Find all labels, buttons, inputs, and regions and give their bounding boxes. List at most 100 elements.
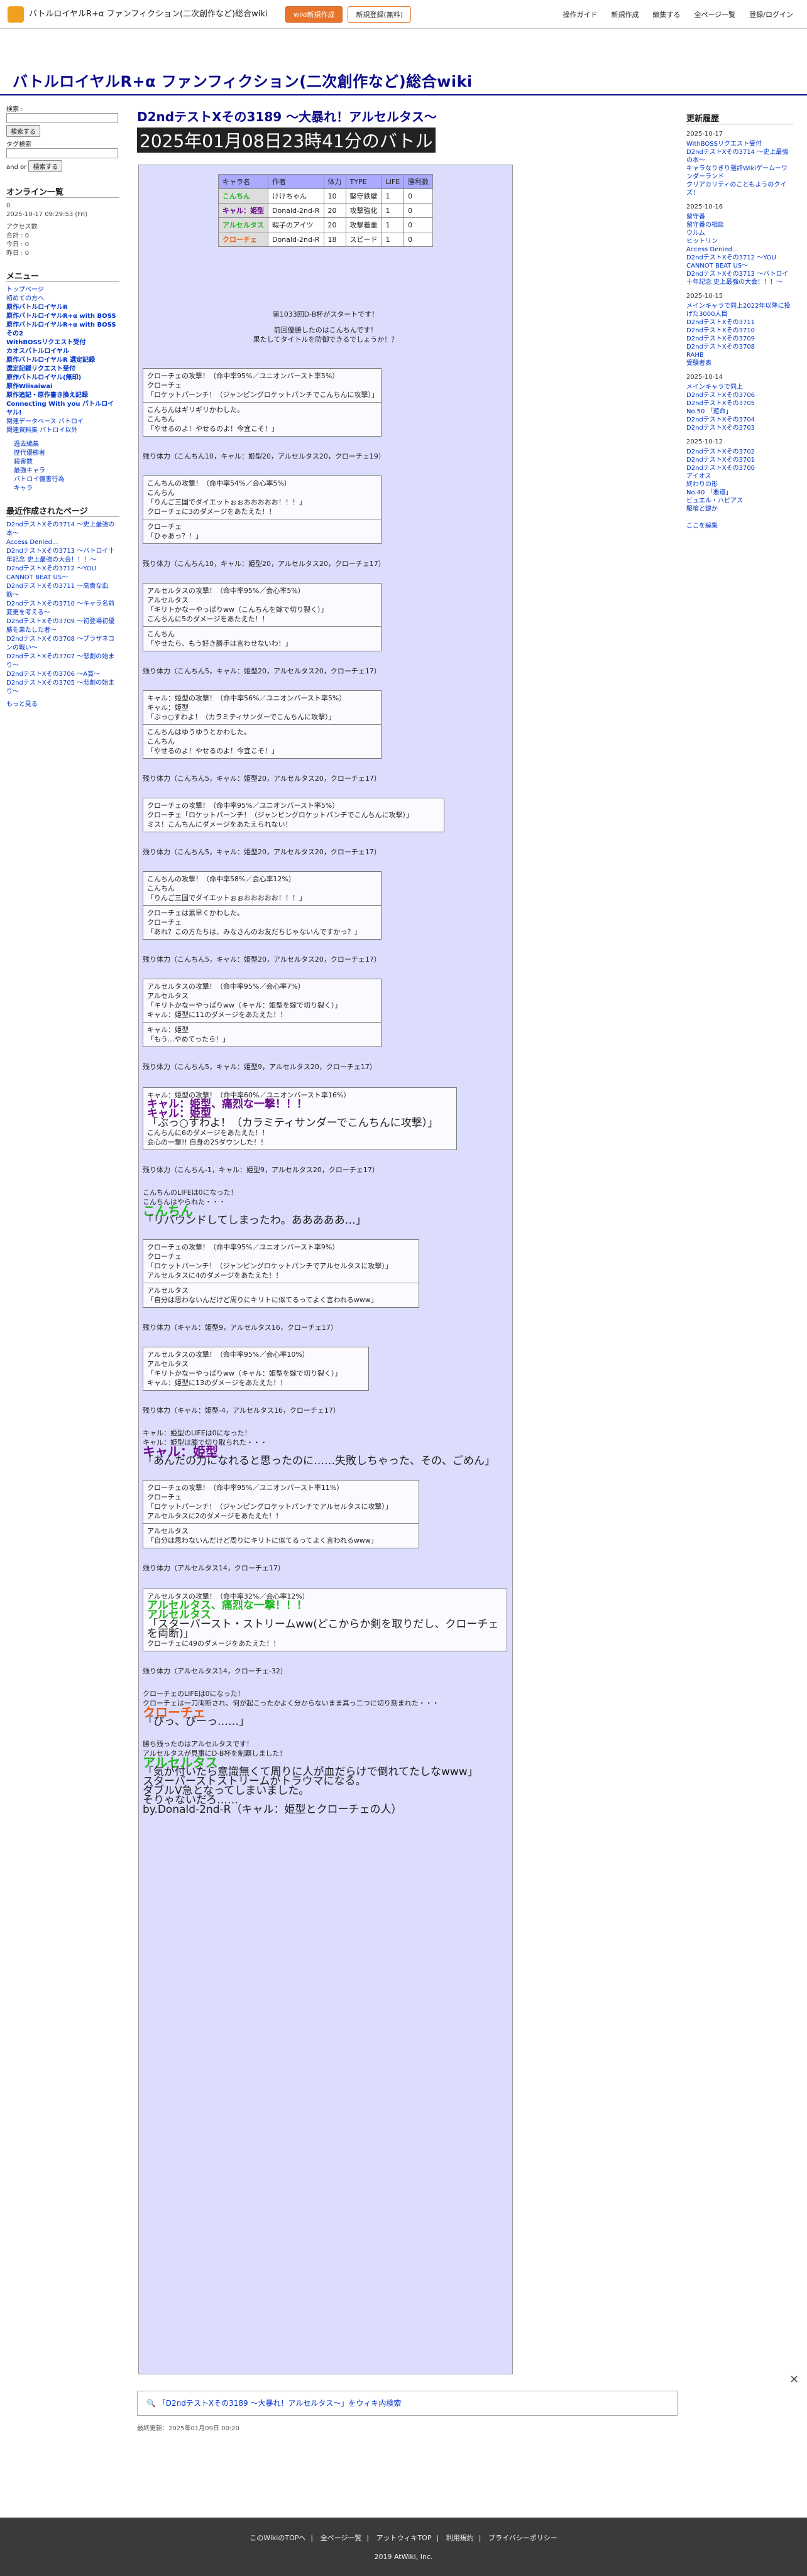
menu-all-pages[interactable]: 全ページ一覧 <box>694 9 736 19</box>
more-link[interactable]: もっと見る <box>6 700 119 709</box>
recent-page-link[interactable]: D2ndテストXその3713 〜バトロイ十年記念 史上最強の大会！！！〜 <box>6 547 119 565</box>
topbar-site-name[interactable]: バトルロイヤルR+α ファンフィクション(二次創作など)総合wiki <box>29 9 280 19</box>
update-link[interactable]: ヒットリン <box>686 237 793 246</box>
edit-here-link[interactable]: ここを編集 <box>686 522 793 530</box>
attack-block: こんちんの攻撃！（命中率54%／会心率5%） こんちん 「りんご三国でダイエットぉぉ… <box>143 476 381 519</box>
tag-search-button[interactable]: 検索する <box>28 160 63 172</box>
update-link[interactable]: メインキャラで同上 <box>686 383 793 391</box>
and-radio-label[interactable]: and <box>6 164 18 171</box>
menu-guide[interactable]: 操作ガイド <box>563 9 598 19</box>
menu-item[interactable]: カオスバトルロイヤル <box>6 347 119 356</box>
recent-page-link[interactable]: D2ndテストXその3708 〜ブラザネコンの戦い〜 <box>6 635 119 653</box>
update-link[interactable]: 留守番の相談 <box>686 221 793 229</box>
menu-item[interactable]: WithBOSSリクエスト受付 <box>6 339 119 347</box>
remaining-hp: 残り体力（こんちん5，キャル：姫型20，アルセルタス20，クローチェ17） <box>143 848 381 856</box>
page-title[interactable]: バトルロイヤルR+α ファンフィクション(二次創作など)総合wiki <box>13 69 473 91</box>
menu-item[interactable]: 関連資料集 バトロイ以外 <box>6 427 119 435</box>
update-link[interactable]: キャラなりきり選評Wikiゲームーワンダーランド <box>686 165 793 181</box>
menu-item[interactable]: 関連データベース バトロイ <box>6 418 119 427</box>
submenu-item[interactable]: 殺害数 <box>6 458 119 467</box>
menu-item[interactable]: 選定記録リクエスト受付 <box>6 365 119 374</box>
menu-item[interactable]: 原作バトルロイヤルR 選定記録 <box>6 356 119 365</box>
battle-date: 2025年01月08日23時41分のバトル <box>137 128 436 153</box>
recent-page-link[interactable]: D2ndテストXその3709 〜初登場初優勝を果たした者〜 <box>6 617 119 635</box>
update-link[interactable]: D2ndテストXその3712 〜YOU CANNOT BEAT US〜 <box>686 254 793 270</box>
or-radio-label[interactable]: or <box>20 164 26 171</box>
submenu-item[interactable]: 歴代優勝者 <box>6 449 119 458</box>
right-sidebar: 更新履歴 2025-10-17 WithBOSSリクエスト受付 D2ndテストXその… <box>686 112 793 530</box>
update-link[interactable]: 留守番 <box>686 213 793 221</box>
menu-item[interactable]: トップページ <box>6 286 119 295</box>
site-logo[interactable] <box>8 6 24 23</box>
update-link[interactable]: 駆喰と鍵か <box>686 505 793 513</box>
menu-item[interactable]: 原作Wiisaiwai <box>6 383 119 391</box>
submenu-item[interactable]: 最強キャラ <box>6 467 119 476</box>
update-link[interactable]: D2ndテストXその3704 <box>686 416 793 424</box>
menu-login[interactable]: 登録/ログイン <box>749 9 793 19</box>
search-input[interactable] <box>6 113 118 123</box>
update-link[interactable]: No.50 「遊命」 <box>686 408 793 416</box>
update-link[interactable]: D2ndテストXその3706 <box>686 391 793 399</box>
remaining-hp: 残り体力（こんちん5，キャル：姫型20，アルセルタス20，クローチェ17） <box>143 667 381 675</box>
close-icon[interactable]: ✕ <box>789 2373 799 2386</box>
menu-item[interactable]: 原作バトルロイヤルR+α with BOSSその2 <box>6 321 119 339</box>
recent-page-link[interactable]: D2ndテストXその3706 〜A賞〜 <box>6 670 119 679</box>
menu-item[interactable]: 原作追記・原作書き換え記録 <box>6 391 119 400</box>
wiki-search-text[interactable]: 「D2ndテストXその3189 〜大暴れ！アルセルタス〜」をウィキ内検索 <box>158 2399 402 2408</box>
access-yesterday: 昨日 : 0 <box>6 250 30 257</box>
update-link[interactable]: D2ndテストXその3703 <box>686 424 793 432</box>
footer-privacy-link[interactable]: プライバシーポリシー <box>483 2534 563 2542</box>
update-link[interactable]: D2ndテストXその3710 <box>686 327 793 335</box>
update-link[interactable]: WithBOSSリクエスト受付 <box>686 140 793 148</box>
menu-edit[interactable]: 編集する <box>653 9 681 19</box>
submenu-item[interactable]: 過去編集 <box>6 440 119 449</box>
intro-line-3: 果たしてタイトルを防御できるでしょうか！？ <box>253 335 398 344</box>
update-link[interactable]: D2ndテストXその3713 〜バトロイ十年記念 史上最強の大会！！！〜 <box>686 270 793 286</box>
recent-page-link[interactable]: D2ndテストXその3707 〜悲劇の始まり〜 <box>6 653 119 670</box>
recent-page-link[interactable]: Access Denied... <box>6 538 119 547</box>
update-link[interactable]: D2ndテストXその3702 <box>686 448 793 456</box>
update-link[interactable]: D2ndテストXその3700 <box>686 464 793 472</box>
footer-top-link[interactable]: このWikiのTOPへ <box>244 2534 310 2542</box>
update-link[interactable]: D2ndテストXその3701 <box>686 456 793 464</box>
submenu-item[interactable]: バトロイ傷害行為 <box>6 476 119 484</box>
menu-item[interactable]: 初めての方へ <box>6 295 119 303</box>
menu-item[interactable]: 原作バトルロイヤルR+α with BOSS <box>6 312 119 321</box>
update-link[interactable]: D2ndテストXその3708 <box>686 343 793 351</box>
update-link[interactable]: D2ndテストXその3714 〜史上最強の本〜 <box>686 148 793 165</box>
recent-page-link[interactable]: D2ndテストXその3712 〜YOU CANNOT BEAT US〜 <box>6 565 119 582</box>
register-button[interactable]: 新規登録(無料) <box>348 6 412 23</box>
remaining-hp: 残り体力（こんちん5，キャル：姫型20，アルセルタス20，クローチェ17） <box>143 955 381 964</box>
recent-page-link[interactable]: D2ndテストXその3705 〜悲劇の始まり〜 <box>6 679 119 697</box>
recent-page-link[interactable]: D2ndテストXその3711 〜高貴な血筋〜 <box>6 582 119 600</box>
search-button[interactable]: 検索する <box>6 125 40 137</box>
update-link[interactable]: クリアカリティのこともようのクイズ！ <box>686 181 793 197</box>
update-link[interactable]: RAHB <box>686 351 793 359</box>
recent-page-link[interactable]: D2ndテストXその3714 〜史上最強の本〜 <box>6 521 119 538</box>
create-wiki-button[interactable]: wiki新規作成 <box>285 6 343 23</box>
update-link[interactable]: 受験者表 <box>686 359 793 367</box>
footer-all-pages-link[interactable]: 全ページ一覧 <box>316 2534 367 2542</box>
footer-atwiki-link[interactable]: アットウィキTOP <box>371 2534 437 2542</box>
menu-item[interactable]: 原作バトルロイヤルR <box>6 303 119 312</box>
update-link[interactable]: 終わりの形 <box>686 481 793 489</box>
update-link[interactable]: ウルム <box>686 229 793 237</box>
submenu-item[interactable]: キャラ <box>6 484 119 493</box>
footer-copyright: 2019 AtWiki, Inc. <box>374 2553 433 2561</box>
update-link[interactable]: No.40 「悪道」 <box>686 489 793 497</box>
critical-attack-box: アルセルタスの攻撃！（命中率32%／会心率12%） アルセルタス、痛烈な一撃！！！… <box>143 1589 507 1651</box>
update-link[interactable]: ビュエル・ハピアス <box>686 497 793 505</box>
update-link[interactable]: アイオス <box>686 472 793 481</box>
menu-new[interactable]: 新規作成 <box>612 9 639 19</box>
update-link[interactable]: D2ndテストXその3709 <box>686 335 793 343</box>
tag-search-input[interactable] <box>6 148 118 158</box>
wiki-search-link[interactable]: 🔍 「D2ndテストXその3189 〜大暴れ！アルセルタス〜」をウィキ内検索 <box>137 2391 678 2416</box>
menu-item[interactable]: 原作バトルロイヤル(無印) <box>6 374 119 383</box>
footer-terms-link[interactable]: 利用規約 <box>441 2534 479 2542</box>
update-link[interactable]: メインキャラで同上2022年以降に投げた3000人目 <box>686 302 793 318</box>
recent-page-link[interactable]: D2ndテストXその3710 〜キャラ名前変更を考える〜 <box>6 600 119 617</box>
update-link[interactable]: D2ndテストXその3711 <box>686 318 793 327</box>
menu-item[interactable]: Connecting With you バトルロイヤル! <box>6 400 119 418</box>
update-link[interactable]: Access Denied... <box>686 246 793 254</box>
update-link[interactable]: D2ndテストXその3705 <box>686 399 793 408</box>
